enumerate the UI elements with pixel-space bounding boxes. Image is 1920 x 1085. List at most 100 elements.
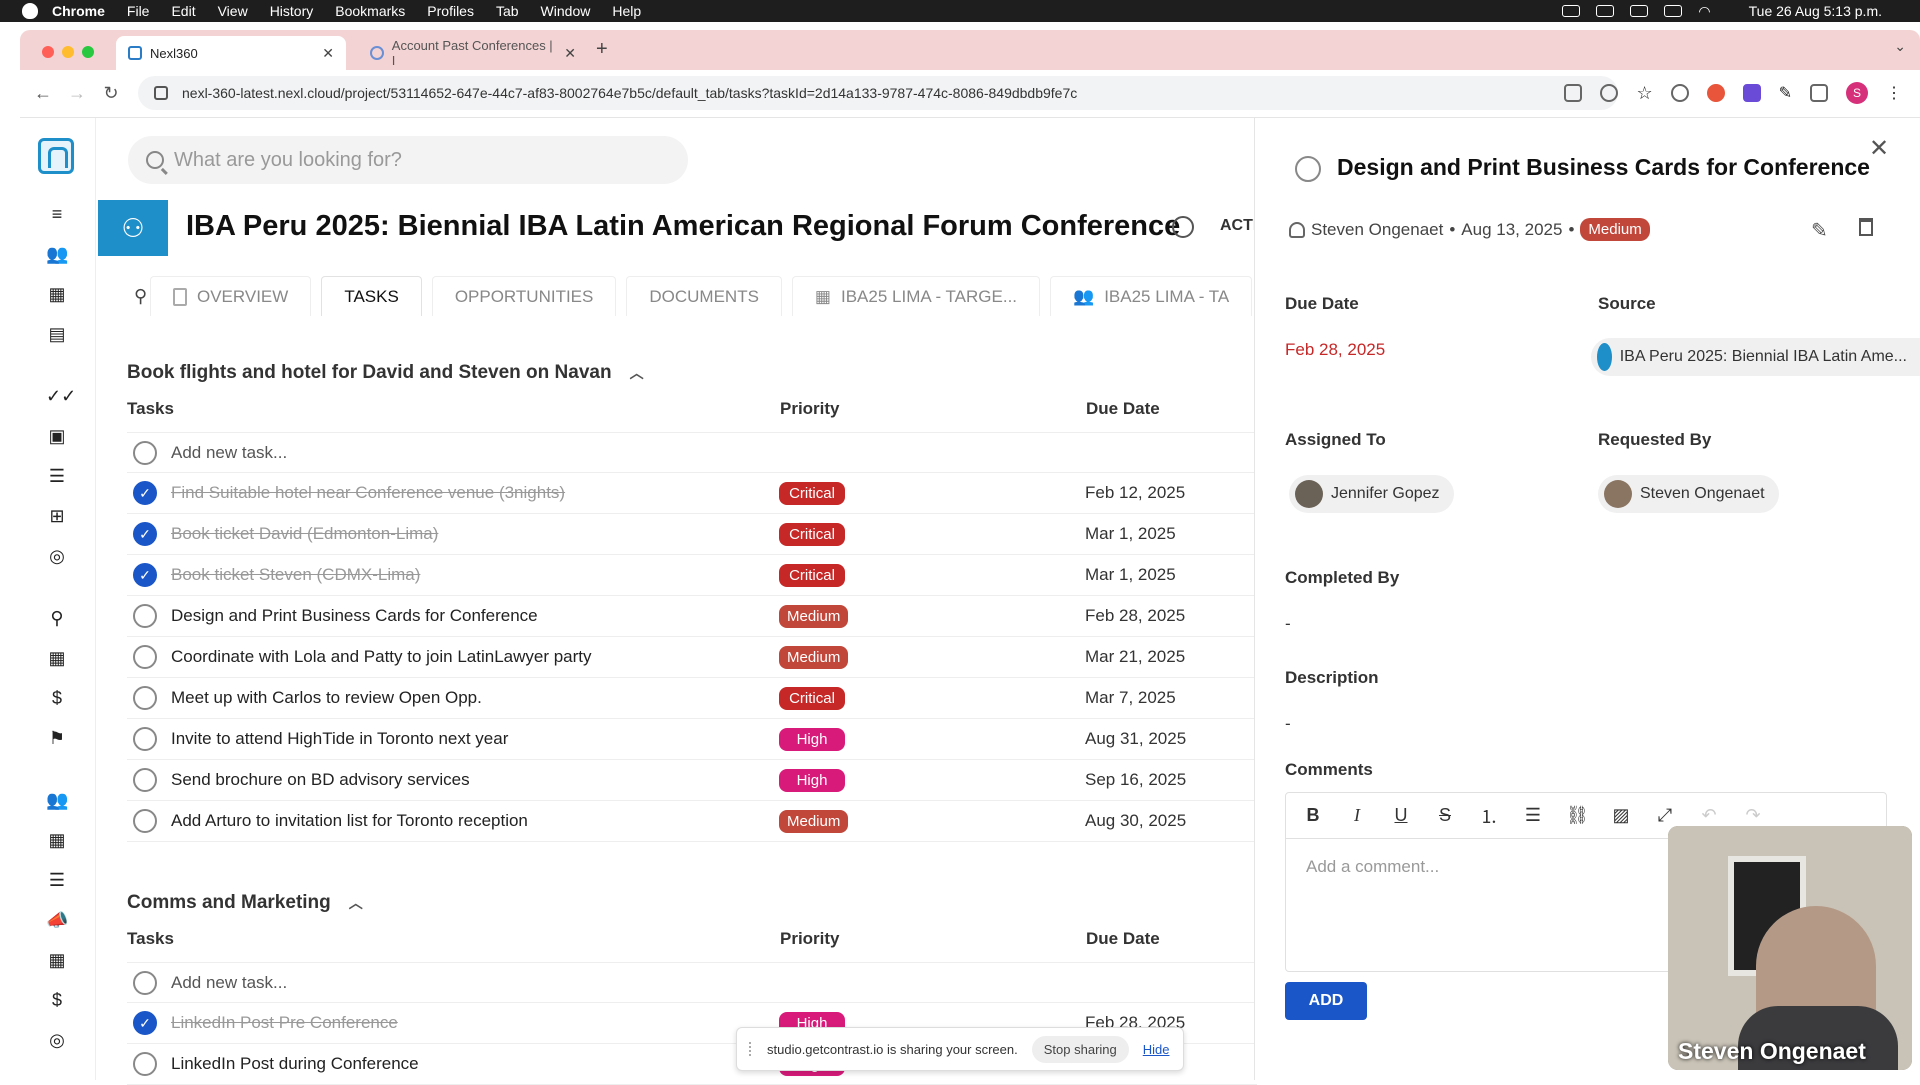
task-row[interactable]: Design and Print Business Cards for Conf… <box>127 596 1257 637</box>
task-name[interactable]: LinkedIn Post during Conference <box>171 1054 779 1074</box>
priority-badge[interactable]: Critical <box>779 481 845 505</box>
ordered-list-icon[interactable]: ⒈ <box>1478 803 1500 829</box>
hamburger-menu-icon[interactable]: ≡ <box>46 204 68 224</box>
due-date-cell[interactable]: Aug 31, 2025 <box>1085 729 1245 749</box>
site-info-icon[interactable] <box>154 86 168 100</box>
priority-badge[interactable]: Medium <box>1580 218 1650 241</box>
minimize-window-button[interactable] <box>62 46 74 58</box>
menu-edit[interactable]: Edit <box>171 3 195 19</box>
calendar-icon[interactable]: ▣ <box>46 426 68 446</box>
checkbox-circle-icon[interactable] <box>133 1052 157 1076</box>
task-row[interactable]: ✓ Find Suitable hotel near Conference ven… <box>127 473 1257 514</box>
browser-tab-conferences[interactable]: Account Past Conferences | I ✕ <box>358 36 588 70</box>
priority-badge[interactable]: Medium <box>779 809 849 833</box>
tab-tasks[interactable]: TASKS <box>321 276 422 316</box>
tab-overview[interactable]: OVERVIEW <box>150 276 312 316</box>
chevron-up-icon[interactable]: ︿ <box>630 363 644 383</box>
checkbox-circle-icon[interactable] <box>133 727 157 751</box>
stop-sharing-button[interactable]: Stop sharing <box>1031 1035 1129 1063</box>
close-tab-icon[interactable]: ✕ <box>322 45 334 62</box>
assignee-chip[interactable]: Jennifer Gopez <box>1289 475 1454 513</box>
task-name[interactable]: Design and Print Business Cards for Conf… <box>171 606 779 626</box>
due-date-cell[interactable]: Sep 16, 2025 <box>1085 770 1245 790</box>
building-icon[interactable]: ▦ <box>46 830 68 850</box>
pen-icon[interactable]: ✎ <box>1779 83 1792 103</box>
dashboard-icon[interactable]: ⊞ <box>46 506 68 526</box>
priority-badge[interactable]: Critical <box>779 563 845 587</box>
close-icon[interactable]: ✕ <box>1869 134 1889 163</box>
profile-avatar[interactable]: S <box>1846 82 1868 104</box>
trash-icon[interactable] <box>1859 218 1873 236</box>
undo-icon[interactable]: ↶ <box>1698 805 1720 826</box>
apple-icon[interactable] <box>22 3 38 19</box>
tab-search-icon[interactable]: ⚲ <box>98 286 147 307</box>
priority-badge[interactable]: Critical <box>779 522 845 546</box>
actions-button[interactable]: ACTI <box>1220 217 1257 235</box>
task-group-header[interactable]: Comms and Marketing ︿ <box>127 892 363 914</box>
add-task-input[interactable]: Add new task... <box>171 443 779 463</box>
browser-tab-nexl360[interactable]: Nexl360 ✕ <box>116 36 346 70</box>
menu-bookmarks[interactable]: Bookmarks <box>335 3 405 19</box>
menu-history[interactable]: History <box>270 3 314 19</box>
target-icon[interactable]: ◎ <box>46 1030 68 1050</box>
task-name[interactable]: LinkedIn Post Pre Conference <box>171 1013 779 1033</box>
priority-badge[interactable]: Critical <box>779 686 845 710</box>
checkbox-circle-icon[interactable] <box>133 768 157 792</box>
task-name[interactable]: Add Arturo to invitation list for Toront… <box>171 811 779 831</box>
url-text[interactable]: nexl-360-latest.nexl.cloud/project/53114… <box>182 85 1077 101</box>
battery-icon[interactable] <box>1664 5 1683 17</box>
due-date-cell[interactable]: Aug 30, 2025 <box>1085 811 1245 831</box>
task-name[interactable]: Find Suitable hotel near Conference venu… <box>171 483 779 503</box>
back-arrow-icon[interactable]: ← <box>32 83 54 104</box>
menu-file[interactable]: File <box>127 3 150 19</box>
zoom-icon[interactable] <box>1600 84 1619 102</box>
tab-documents[interactable]: DOCUMENTS <box>626 276 782 316</box>
dollar-icon[interactable]: $ <box>46 990 68 1010</box>
add-comment-button[interactable]: ADD <box>1285 982 1367 1020</box>
due-date-cell[interactable]: Feb 28, 2025 <box>1085 606 1245 626</box>
drag-handle-icon[interactable] <box>749 1042 753 1056</box>
dollar-icon[interactable]: $ <box>46 688 68 708</box>
wifi-icon[interactable]: ◠ <box>1698 3 1710 20</box>
extension-purple-icon[interactable] <box>1742 84 1761 102</box>
tab-search-chevron-icon[interactable]: ⌄ <box>1894 38 1906 55</box>
list-box-icon[interactable]: ▤ <box>46 324 68 344</box>
bookmark-star-icon[interactable]: ☆ <box>1636 83 1652 104</box>
due-date-value[interactable]: Feb 28, 2025 <box>1285 340 1385 360</box>
checkbox-circle-icon[interactable] <box>133 809 157 833</box>
building-search-icon[interactable]: ▦ <box>46 950 68 970</box>
image-icon[interactable]: ▨ <box>1610 805 1632 826</box>
source-chip[interactable]: IBA Peru 2025: Biennial IBA Latin Ame... <box>1591 338 1920 376</box>
clock[interactable]: Tue 26 Aug 5:13 p.m. <box>1749 3 1882 19</box>
task-row[interactable]: Add Arturo to invitation list for Toront… <box>127 801 1257 842</box>
strikethrough-icon[interactable]: S <box>1434 805 1456 826</box>
reload-icon[interactable]: ↻ <box>100 83 122 104</box>
chevron-up-icon[interactable]: ︿ <box>349 893 363 913</box>
tab-iba25-lima-targets[interactable]: ▦ IBA25 LIMA - TARGE... <box>791 276 1041 316</box>
zoom-window-button[interactable] <box>82 46 94 58</box>
bullet-list-icon[interactable]: ☰ <box>1522 805 1544 826</box>
install-app-icon[interactable] <box>1564 84 1583 102</box>
new-tab-icon[interactable]: + <box>596 38 608 61</box>
priority-badge[interactable]: Medium <box>779 645 849 669</box>
building-icon[interactable]: ▦ <box>46 284 68 304</box>
menu-profiles[interactable]: Profiles <box>427 3 474 19</box>
forward-arrow-icon[interactable]: → <box>66 83 88 104</box>
pencil-edit-icon[interactable]: ✎ <box>1811 218 1828 243</box>
add-task-row[interactable]: Add new task... <box>127 432 1257 473</box>
tab-iba25-lima-contacts[interactable]: 👥 IBA25 LIMA - TA <box>1050 276 1253 316</box>
kebab-menu-icon[interactable]: ⋮ <box>1886 83 1902 103</box>
due-date-cell[interactable]: Feb 12, 2025 <box>1085 483 1245 503</box>
task-row[interactable]: ✓ Book ticket David (Edmonton-Lima) Critic… <box>127 514 1257 555</box>
people-icon[interactable]: 👥 <box>46 790 68 810</box>
extension-icon[interactable] <box>1670 84 1689 102</box>
extensions-puzzle-icon[interactable] <box>1810 84 1828 102</box>
menu-help[interactable]: Help <box>612 3 641 19</box>
due-date-cell[interactable]: Mar 21, 2025 <box>1085 647 1245 667</box>
flag-icon[interactable]: ⚑ <box>46 728 68 748</box>
complete-task-checkbox[interactable] <box>1295 156 1321 182</box>
task-name[interactable]: Invite to attend HighTide in Toronto nex… <box>171 729 779 749</box>
checked-circle-icon[interactable]: ✓ <box>133 522 157 546</box>
hide-share-bar-link[interactable]: Hide <box>1143 1042 1170 1057</box>
checkbox-circle-icon[interactable] <box>133 645 157 669</box>
